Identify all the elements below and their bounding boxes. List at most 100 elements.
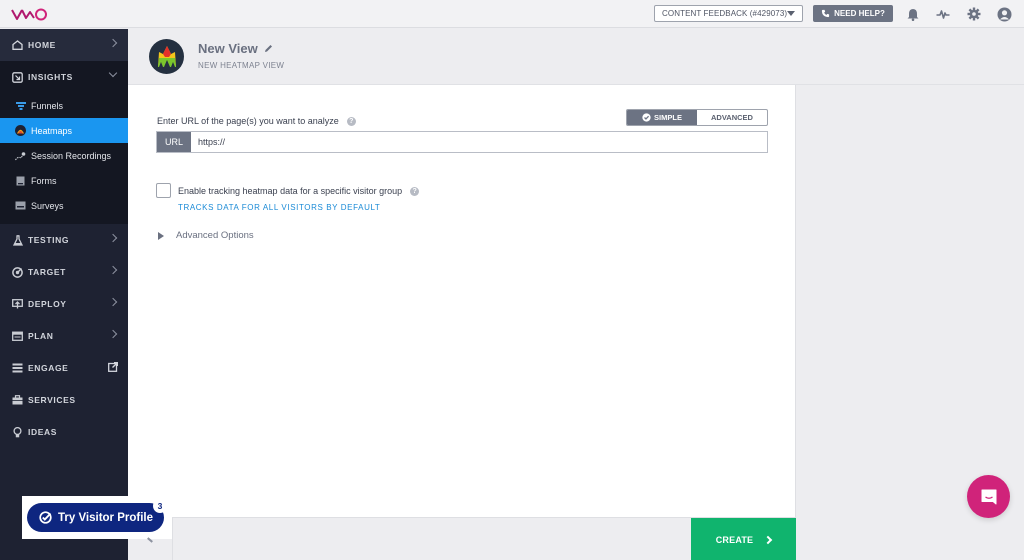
chevron-right-icon: [108, 233, 118, 243]
chevron-right-icon: [108, 38, 118, 48]
sidebar-item-label: Session Recordings: [31, 150, 112, 161]
advanced-options-label: Advanced Options: [176, 230, 254, 241]
sidebar-item-ideas[interactable]: IDEAS: [0, 416, 128, 448]
phone-icon: [822, 9, 830, 18]
advanced-options-toggle[interactable]: Advanced Options: [158, 230, 254, 241]
caret-down-icon: [787, 11, 795, 16]
chat-icon: [981, 489, 996, 504]
page-header: New View NEW HEATMAP VIEW: [128, 29, 1024, 85]
sidebar-item-home[interactable]: HOME: [0, 29, 128, 61]
calendar-icon: [12, 331, 23, 342]
sidebar-item-label: TARGET: [28, 267, 66, 277]
sidebar-item-label: Forms: [31, 175, 57, 186]
survey-icon: [15, 200, 26, 211]
sidebar-item-session-recordings[interactable]: Session Recordings: [0, 143, 128, 168]
form-footer: CREATE: [128, 517, 796, 560]
try-visitor-profile-label: Try Visitor Profile: [58, 511, 154, 524]
mode-advanced-label: ADVANCED: [711, 113, 753, 122]
heatmap-form-card: Enter URL of the page(s) you want to ana…: [128, 85, 796, 517]
flask-icon: [12, 234, 23, 246]
need-help-label: NEED HELP?: [834, 9, 885, 18]
help-icon[interactable]: ?: [410, 186, 420, 196]
visitor-profile-badge: 3: [153, 499, 167, 513]
visitor-group-label: Enable tracking heatmap data for a speci…: [178, 186, 420, 196]
sidebar-item-insights[interactable]: INSIGHTS: [0, 61, 128, 93]
insights-icon: [12, 71, 23, 83]
heatmap-avatar-icon: [149, 39, 184, 74]
deploy-icon: [12, 299, 23, 310]
caret-right-icon: [158, 231, 164, 240]
check-circle-icon: [642, 113, 651, 122]
bell-icon[interactable]: [905, 6, 921, 22]
need-help-button[interactable]: NEED HELP?: [813, 5, 893, 22]
visitor-group-label-text: Enable tracking heatmap data for a speci…: [178, 186, 403, 196]
funnel-icon: [15, 100, 26, 111]
page-subtitle: NEW HEATMAP VIEW: [198, 61, 285, 70]
gear-icon[interactable]: [966, 6, 982, 22]
vwo-logo[interactable]: [11, 5, 49, 23]
try-visitor-profile-button[interactable]: Try Visitor Profile: [27, 503, 164, 532]
home-icon: [12, 40, 23, 51]
visitor-group-hint: TRACKS DATA FOR ALL VISITORS BY DEFAULT: [178, 203, 381, 212]
sidebar-item-engage[interactable]: ENGAGE: [0, 352, 128, 384]
sidebar-item-label: PLAN: [28, 331, 54, 341]
visitor-profile-widget: Try Visitor Profile: [22, 496, 172, 539]
mode-simple-label: SIMPLE: [654, 113, 682, 122]
sidebar-item-label: Surveys: [31, 200, 64, 211]
sidebar-item-surveys[interactable]: Surveys: [0, 193, 128, 218]
page-title: New View: [198, 41, 273, 56]
user-icon[interactable]: [996, 6, 1012, 22]
url-label: Enter URL of the page(s) you want to ana…: [157, 116, 356, 126]
sidebar-item-testing[interactable]: TESTING: [0, 224, 128, 256]
sidebar-item-label: TESTING: [28, 235, 70, 245]
chevron-right-icon: [764, 535, 773, 544]
target-icon: [12, 266, 23, 278]
top-bar: CONTENT FEEDBACK (#429073) NEED HELP?: [0, 0, 1024, 28]
create-button[interactable]: CREATE: [691, 518, 796, 560]
create-label: CREATE: [715, 534, 754, 545]
url-label-text: Enter URL of the page(s) you want to ana…: [157, 116, 339, 126]
sidebar-item-label: HOME: [28, 40, 56, 50]
lightbulb-icon: [12, 426, 23, 438]
visitor-group-checkbox[interactable]: [156, 183, 171, 198]
sidebar-item-plan[interactable]: PLAN: [0, 320, 128, 352]
sidebar-item-funnels[interactable]: Funnels: [0, 93, 128, 118]
form-icon: [15, 175, 26, 186]
session-recording-icon: [15, 150, 26, 161]
sidebar-item-heatmaps[interactable]: Heatmaps: [0, 118, 128, 143]
footer-divider: [172, 518, 173, 560]
sidebar-item-target[interactable]: TARGET: [0, 256, 128, 288]
sidebar-item-services[interactable]: SERVICES: [0, 384, 128, 416]
url-addon: URL: [157, 132, 191, 152]
external-link-icon: [108, 362, 118, 374]
activity-icon[interactable]: [935, 6, 951, 22]
sidebar-item-label: Heatmaps: [31, 125, 73, 136]
sidebar-item-label: ENGAGE: [28, 363, 69, 373]
mode-advanced-button[interactable]: ADVANCED: [697, 110, 767, 125]
view-name: New View: [198, 41, 258, 56]
help-icon[interactable]: ?: [346, 116, 356, 126]
sidebar-item-label: Funnels: [31, 100, 64, 111]
sidebar-item-label: SERVICES: [28, 395, 76, 405]
mode-toggle: SIMPLE ADVANCED: [626, 109, 768, 126]
sidebar-item-label: IDEAS: [28, 427, 57, 437]
project-select[interactable]: CONTENT FEEDBACK (#429073): [654, 5, 803, 22]
check-badge-icon: [39, 511, 52, 524]
sidebar-item-label: DEPLOY: [28, 299, 67, 309]
url-field: URL: [156, 131, 768, 153]
sidebar-item-deploy[interactable]: DEPLOY: [0, 288, 128, 320]
url-input[interactable]: [191, 132, 767, 152]
heatmap-icon: [15, 125, 26, 136]
chevron-right-icon: [108, 297, 118, 307]
insights-group: INSIGHTS Funnels Heatmaps Session Record…: [0, 61, 128, 224]
chat-launcher-button[interactable]: [967, 475, 1010, 518]
sidebar: HOME INSIGHTS Funnels Heatmaps Session R…: [0, 29, 128, 560]
sidebar-item-forms[interactable]: Forms: [0, 168, 128, 193]
chevron-right-icon: [108, 329, 118, 339]
mode-simple-button[interactable]: SIMPLE: [627, 110, 697, 125]
project-select-value: CONTENT FEEDBACK (#429073): [662, 9, 788, 18]
sidebar-item-label: INSIGHTS: [28, 72, 73, 82]
chevron-right-icon: [108, 265, 118, 275]
pencil-icon[interactable]: [264, 41, 273, 56]
briefcase-icon: [12, 395, 23, 406]
